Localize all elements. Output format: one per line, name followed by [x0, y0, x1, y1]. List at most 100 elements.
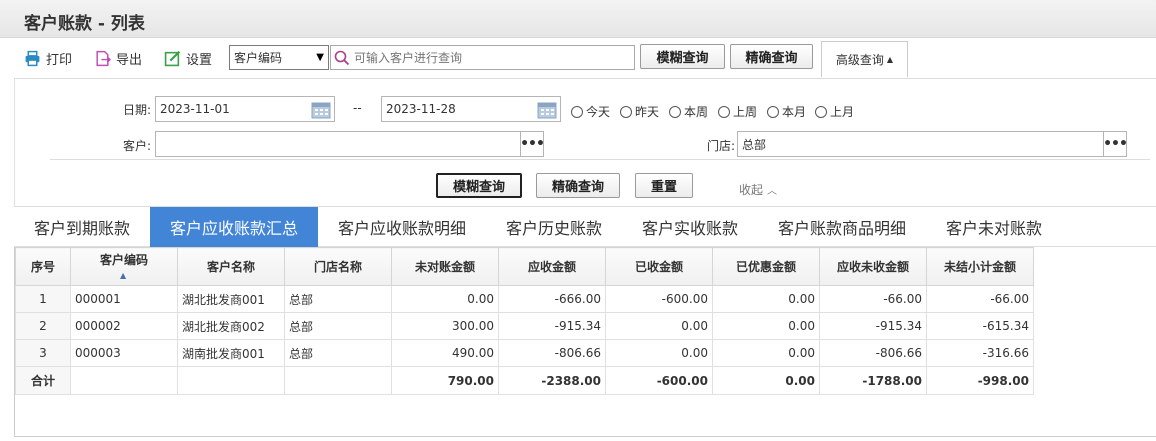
- customer-label: 客户:: [122, 139, 151, 153]
- tab-receivable-detail[interactable]: 客户应收账款明细: [318, 207, 486, 247]
- more-icon[interactable]: •••: [520, 132, 545, 156]
- print-label: 打印: [46, 52, 73, 68]
- chevron-down-icon: ▼: [316, 52, 324, 63]
- filter-panel: 日期: 2023-11-01 -- 2023-11-28 今天 昨天 本周 上周…: [14, 78, 1156, 206]
- cell-receivable: -666.00: [498, 285, 606, 313]
- settings-label: 设置: [186, 52, 213, 68]
- store-label: 门店:: [706, 139, 735, 153]
- tab-bar: 客户到期账款 客户应收账款汇总 客户应收账款明细 客户历史账款 客户实收账款 客…: [14, 206, 1156, 247]
- col-header[interactable]: 客户名称: [177, 247, 285, 286]
- total-label: 合计: [15, 366, 71, 395]
- col-header[interactable]: 应收未收金额: [819, 247, 927, 286]
- radio-circle[interactable]: [571, 105, 583, 118]
- reset-button[interactable]: 重置: [635, 173, 693, 198]
- filter-fuzzy-query-button[interactable]: 模糊查询: [436, 173, 522, 198]
- total-unreconciled: 790.00: [391, 366, 499, 395]
- export-icon: [96, 50, 111, 66]
- radio-yesterday[interactable]: 昨天: [620, 103, 659, 120]
- date-to-field[interactable]: 2023-11-28: [381, 96, 561, 122]
- radio-last-month[interactable]: 上月: [815, 103, 854, 120]
- table-row[interactable]: 2 000002 湖北批发商002 总部 300.00 -915.34 0.00…: [15, 312, 1034, 340]
- radio-label: 本周: [684, 105, 709, 119]
- radio-circle[interactable]: [767, 105, 779, 118]
- tab-received[interactable]: 客户实收账款: [622, 207, 758, 247]
- receivable-table: 序号 客户编码 ▲ 客户名称 门店名称 未对账金额 应收金额 已收金额 已优惠金…: [15, 247, 1034, 395]
- cell-discount: 0.00: [712, 312, 820, 340]
- fuzzy-query-button[interactable]: 模糊查询: [640, 44, 725, 69]
- tab-history[interactable]: 客户历史账款: [486, 207, 622, 247]
- col-header[interactable]: 应收金额: [498, 247, 606, 286]
- date-from-field[interactable]: 2023-11-01: [155, 96, 335, 122]
- table-row[interactable]: 1 000001 湖北批发商001 总部 0.00 -666.00 -600.0…: [15, 285, 1034, 313]
- radio-label: 上月: [830, 105, 855, 119]
- cell-store: 总部: [284, 285, 392, 313]
- col-header[interactable]: 已收金额: [605, 247, 713, 286]
- cell-store: 总部: [284, 339, 392, 367]
- tab-customer-due[interactable]: 客户到期账款: [14, 207, 150, 247]
- total-subtotal: -998.00: [926, 366, 1034, 395]
- title-bar: 客户账款 - 列表: [0, 0, 1156, 38]
- radio-circle[interactable]: [669, 105, 681, 118]
- page-title: 客户账款 - 列表: [24, 14, 145, 34]
- search-box: [330, 45, 635, 70]
- select-value: 客户编码: [234, 51, 283, 65]
- col-header[interactable]: 已优惠金额: [712, 247, 820, 286]
- advanced-query-label: 高级查询: [835, 53, 884, 67]
- radio-this-week[interactable]: 本周: [669, 103, 708, 120]
- cell-discount: 0.00: [712, 285, 820, 313]
- caret-up-icon: ▲: [886, 55, 894, 64]
- radio-circle[interactable]: [718, 105, 730, 118]
- search-field-select[interactable]: 客户编码 ▼: [229, 45, 329, 70]
- cell-outstanding: -806.66: [819, 339, 927, 367]
- col-header[interactable]: 未结小计金额: [926, 247, 1034, 286]
- tab-receivable-summary[interactable]: 客户应收账款汇总: [150, 207, 318, 247]
- collapse-link[interactable]: 收起 ︿: [739, 181, 777, 198]
- divider: [50, 159, 1150, 160]
- col-header-sorted[interactable]: 客户编码 ▲: [70, 247, 178, 286]
- print-button[interactable]: 打印: [24, 48, 72, 68]
- col-header[interactable]: 序号: [15, 247, 71, 286]
- date-to-value: 2023-11-28: [386, 102, 456, 116]
- cell-unreconciled: 300.00: [391, 312, 499, 340]
- advanced-query-tab[interactable]: 高级查询 ▲: [821, 41, 908, 77]
- radio-circle[interactable]: [815, 105, 827, 118]
- cell-receivable: -806.66: [498, 339, 606, 367]
- exact-query-button[interactable]: 精确查询: [730, 44, 813, 69]
- radio-this-month[interactable]: 本月: [767, 103, 806, 120]
- radio-today[interactable]: 今天: [571, 103, 610, 120]
- radio-last-week[interactable]: 上周: [718, 103, 757, 120]
- cell-receivable: -915.34: [498, 312, 606, 340]
- table-row[interactable]: 3 000003 湖南批发商001 总部 490.00 -806.66 0.00…: [15, 339, 1034, 367]
- tab-goods-detail[interactable]: 客户账款商品明细: [758, 207, 926, 247]
- total-row: 合计 790.00 -2388.00 -600.00 0.00 -1788.00…: [15, 366, 1034, 395]
- cell-code: 000001: [70, 285, 178, 313]
- col-header[interactable]: 门店名称: [284, 247, 392, 286]
- cell-name: 湖南批发商001: [177, 339, 285, 367]
- calendar-icon[interactable]: [537, 100, 557, 119]
- more-icon[interactable]: •••: [1103, 132, 1128, 156]
- radio-label: 本月: [782, 105, 807, 119]
- col-header[interactable]: 未对账金额: [391, 247, 499, 286]
- filter-exact-query-button[interactable]: 精确查询: [536, 173, 620, 198]
- cell-name: 湖北批发商002: [177, 312, 285, 340]
- sort-asc-icon: ▲: [120, 271, 127, 280]
- cell-code: 000002: [70, 312, 178, 340]
- radio-label: 今天: [586, 105, 611, 119]
- radio-circle[interactable]: [620, 105, 632, 118]
- cell-outstanding: -66.00: [819, 285, 927, 313]
- store-value: 总部: [742, 137, 767, 152]
- settings-button[interactable]: 设置: [164, 48, 212, 68]
- cell-discount: 0.00: [712, 339, 820, 367]
- customer-field[interactable]: •••: [155, 131, 545, 157]
- tab-unreconciled[interactable]: 客户未对账款: [926, 207, 1062, 247]
- calendar-icon[interactable]: [311, 100, 331, 119]
- edit-settings-icon: [164, 50, 181, 66]
- cell-received: 0.00: [605, 312, 713, 340]
- export-label: 导出: [116, 52, 143, 68]
- cell-code: 000003: [70, 339, 178, 367]
- store-field[interactable]: 总部 •••: [737, 131, 1128, 157]
- cell-subtotal: -66.00: [926, 285, 1034, 313]
- export-button[interactable]: 导出: [94, 48, 142, 68]
- search-input[interactable]: [354, 50, 624, 65]
- cell-received: -600.00: [605, 285, 713, 313]
